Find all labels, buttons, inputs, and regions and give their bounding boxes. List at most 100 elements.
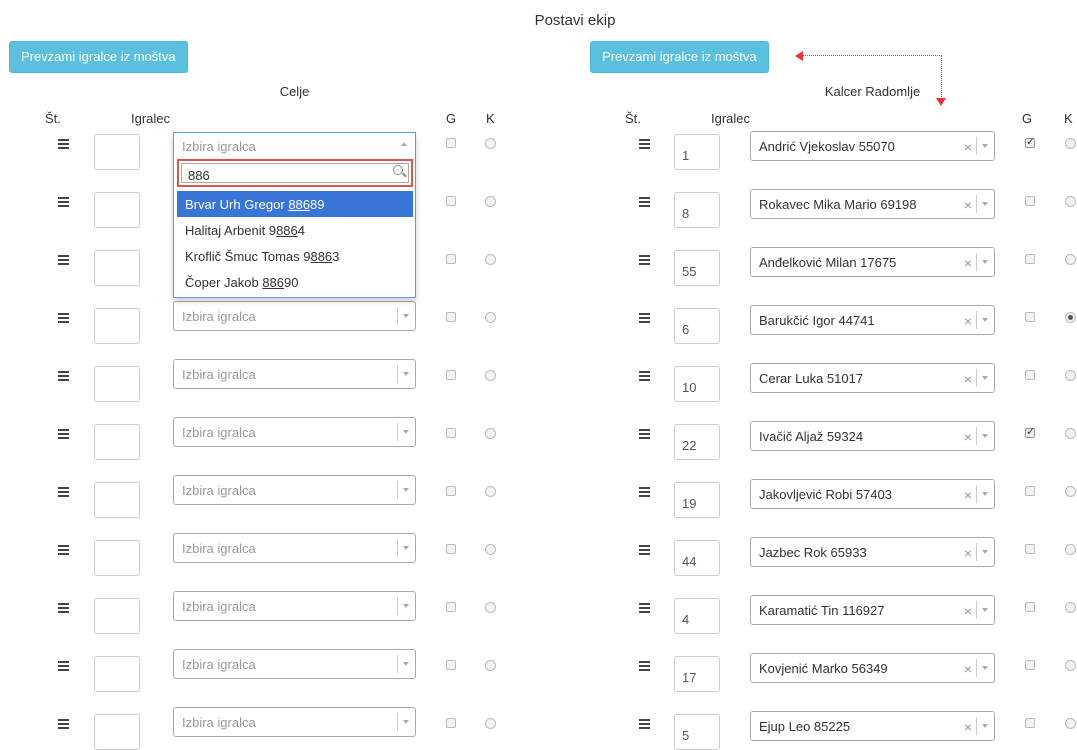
right-goalkeeper-checkbox[interactable] xyxy=(1025,660,1035,670)
right-goalkeeper-checkbox[interactable] xyxy=(1025,135,1035,148)
chevron-down-icon[interactable] xyxy=(397,539,415,557)
reorder-icon[interactable] xyxy=(58,545,69,555)
right-captain-radio[interactable] xyxy=(1065,602,1076,613)
reorder-icon[interactable] xyxy=(639,255,650,265)
chevron-down-icon[interactable] xyxy=(976,311,994,329)
player-option[interactable]: Čoper Jakob 88690 xyxy=(177,269,413,295)
right-shirt-number-input[interactable]: 44 xyxy=(674,540,720,576)
right-player-select[interactable]: Anđelković Milan 17675 × xyxy=(750,247,995,277)
right-shirt-number-input[interactable]: 22 xyxy=(674,424,720,460)
player-option[interactable]: Brvar Urh Gregor 88689 xyxy=(177,191,413,217)
chevron-down-icon[interactable] xyxy=(976,137,994,155)
clear-icon[interactable]: × xyxy=(964,313,972,329)
left-captain-radio[interactable] xyxy=(485,602,496,613)
left-captain-radio[interactable] xyxy=(485,138,496,149)
right-goalkeeper-checkbox[interactable] xyxy=(1025,602,1035,612)
right-player-select[interactable]: Ivačič Aljaž 59324 × xyxy=(750,421,995,451)
left-player-select[interactable]: Izbira igralca xyxy=(173,417,416,447)
right-player-select[interactable]: Kovjenić Marko 56349 × xyxy=(750,653,995,683)
left-player-select[interactable]: Izbira igralca xyxy=(173,359,416,389)
chevron-down-icon[interactable] xyxy=(976,717,994,735)
right-shirt-number-input[interactable]: 1 xyxy=(674,134,720,170)
clear-icon[interactable]: × xyxy=(964,197,972,213)
clear-icon[interactable]: × xyxy=(964,661,972,677)
chevron-down-icon[interactable] xyxy=(397,423,415,441)
clear-icon[interactable]: × xyxy=(964,603,972,619)
reorder-icon[interactable] xyxy=(639,487,650,497)
right-shirt-number-input[interactable]: 8 xyxy=(674,192,720,228)
left-player-select[interactable]: Izbira igralca xyxy=(173,649,416,679)
left-goalkeeper-checkbox[interactable] xyxy=(446,660,456,670)
right-goalkeeper-checkbox[interactable] xyxy=(1025,718,1035,728)
clear-icon[interactable]: × xyxy=(964,487,972,503)
chevron-down-icon[interactable] xyxy=(976,253,994,271)
left-shirt-number-input[interactable] xyxy=(94,366,140,402)
left-goalkeeper-checkbox[interactable] xyxy=(446,428,456,438)
left-shirt-number-input[interactable] xyxy=(94,482,140,518)
player-search-box[interactable]: 886 xyxy=(177,159,413,187)
left-shirt-number-input[interactable] xyxy=(94,424,140,460)
left-shirt-number-input[interactable] xyxy=(94,250,140,286)
reorder-icon[interactable] xyxy=(639,719,650,729)
right-shirt-number-input[interactable]: 55 xyxy=(674,250,720,286)
right-shirt-number-input[interactable]: 19 xyxy=(674,482,720,518)
player-select-open[interactable]: Izbira igralca xyxy=(174,133,415,157)
right-player-select[interactable]: Rokavec Mika Mario 69198 × xyxy=(750,189,995,219)
right-captain-radio[interactable] xyxy=(1065,486,1076,497)
chevron-down-icon[interactable] xyxy=(397,365,415,383)
right-captain-radio[interactable] xyxy=(1065,660,1076,671)
left-captain-radio[interactable] xyxy=(485,196,496,207)
chevron-down-icon[interactable] xyxy=(976,369,994,387)
right-captain-radio[interactable] xyxy=(1065,544,1076,555)
clear-icon[interactable]: × xyxy=(964,429,972,445)
left-player-select[interactable]: Izbira igralca xyxy=(173,301,416,331)
reorder-icon[interactable] xyxy=(639,661,650,671)
clear-icon[interactable]: × xyxy=(964,545,972,561)
left-shirt-number-input[interactable] xyxy=(94,192,140,228)
left-shirt-number-input[interactable] xyxy=(94,598,140,634)
chevron-down-icon[interactable] xyxy=(397,481,415,499)
left-player-select[interactable]: Izbira igralca xyxy=(173,591,416,621)
left-goalkeeper-checkbox[interactable] xyxy=(446,196,456,206)
right-captain-radio[interactable] xyxy=(1065,254,1076,265)
reorder-icon[interactable] xyxy=(58,719,69,729)
left-captain-radio[interactable] xyxy=(485,486,496,497)
right-player-select[interactable]: Barukčić Igor 44741 × xyxy=(750,305,995,335)
reorder-icon[interactable] xyxy=(639,197,650,207)
clear-icon[interactable]: × xyxy=(964,139,972,155)
reorder-icon[interactable] xyxy=(639,545,650,555)
left-shirt-number-input[interactable] xyxy=(94,656,140,692)
right-player-select[interactable]: Andrić Vjekoslav 55070 × xyxy=(750,131,995,161)
right-goalkeeper-checkbox[interactable] xyxy=(1025,486,1035,496)
right-shirt-number-input[interactable]: 10 xyxy=(674,366,720,402)
reorder-icon[interactable] xyxy=(58,603,69,613)
right-captain-radio[interactable] xyxy=(1065,428,1076,439)
player-option[interactable]: Kroflič Šmuc Tomas 98863 xyxy=(177,243,413,269)
right-captain-radio[interactable] xyxy=(1065,138,1076,149)
left-captain-radio[interactable] xyxy=(485,254,496,265)
chevron-down-icon[interactable] xyxy=(397,307,415,325)
left-player-select[interactable]: Izbira igralca xyxy=(173,475,416,505)
right-player-select[interactable]: Jazbec Rok 65933 × xyxy=(750,537,995,567)
right-goalkeeper-checkbox[interactable] xyxy=(1025,196,1035,206)
reorder-icon[interactable] xyxy=(58,313,69,323)
clear-icon[interactable]: × xyxy=(964,719,972,735)
left-captain-radio[interactable] xyxy=(485,370,496,381)
clear-icon[interactable]: × xyxy=(964,371,972,387)
reorder-icon[interactable] xyxy=(58,429,69,439)
reorder-icon[interactable] xyxy=(639,429,650,439)
clear-icon[interactable]: × xyxy=(964,255,972,271)
reorder-icon[interactable] xyxy=(58,197,69,207)
left-captain-radio[interactable] xyxy=(485,660,496,671)
reorder-icon[interactable] xyxy=(58,661,69,671)
left-import-players-button[interactable]: Prevzami igralce iz moštva xyxy=(9,41,188,73)
reorder-icon[interactable] xyxy=(58,255,69,265)
right-goalkeeper-checkbox[interactable] xyxy=(1025,544,1035,554)
chevron-down-icon[interactable] xyxy=(397,713,415,731)
left-goalkeeper-checkbox[interactable] xyxy=(446,718,456,728)
reorder-icon[interactable] xyxy=(58,371,69,381)
left-goalkeeper-checkbox[interactable] xyxy=(446,138,456,148)
right-goalkeeper-checkbox[interactable] xyxy=(1025,370,1035,380)
left-goalkeeper-checkbox[interactable] xyxy=(446,312,456,322)
right-player-select[interactable]: Jakovljević Robi 57403 × xyxy=(750,479,995,509)
